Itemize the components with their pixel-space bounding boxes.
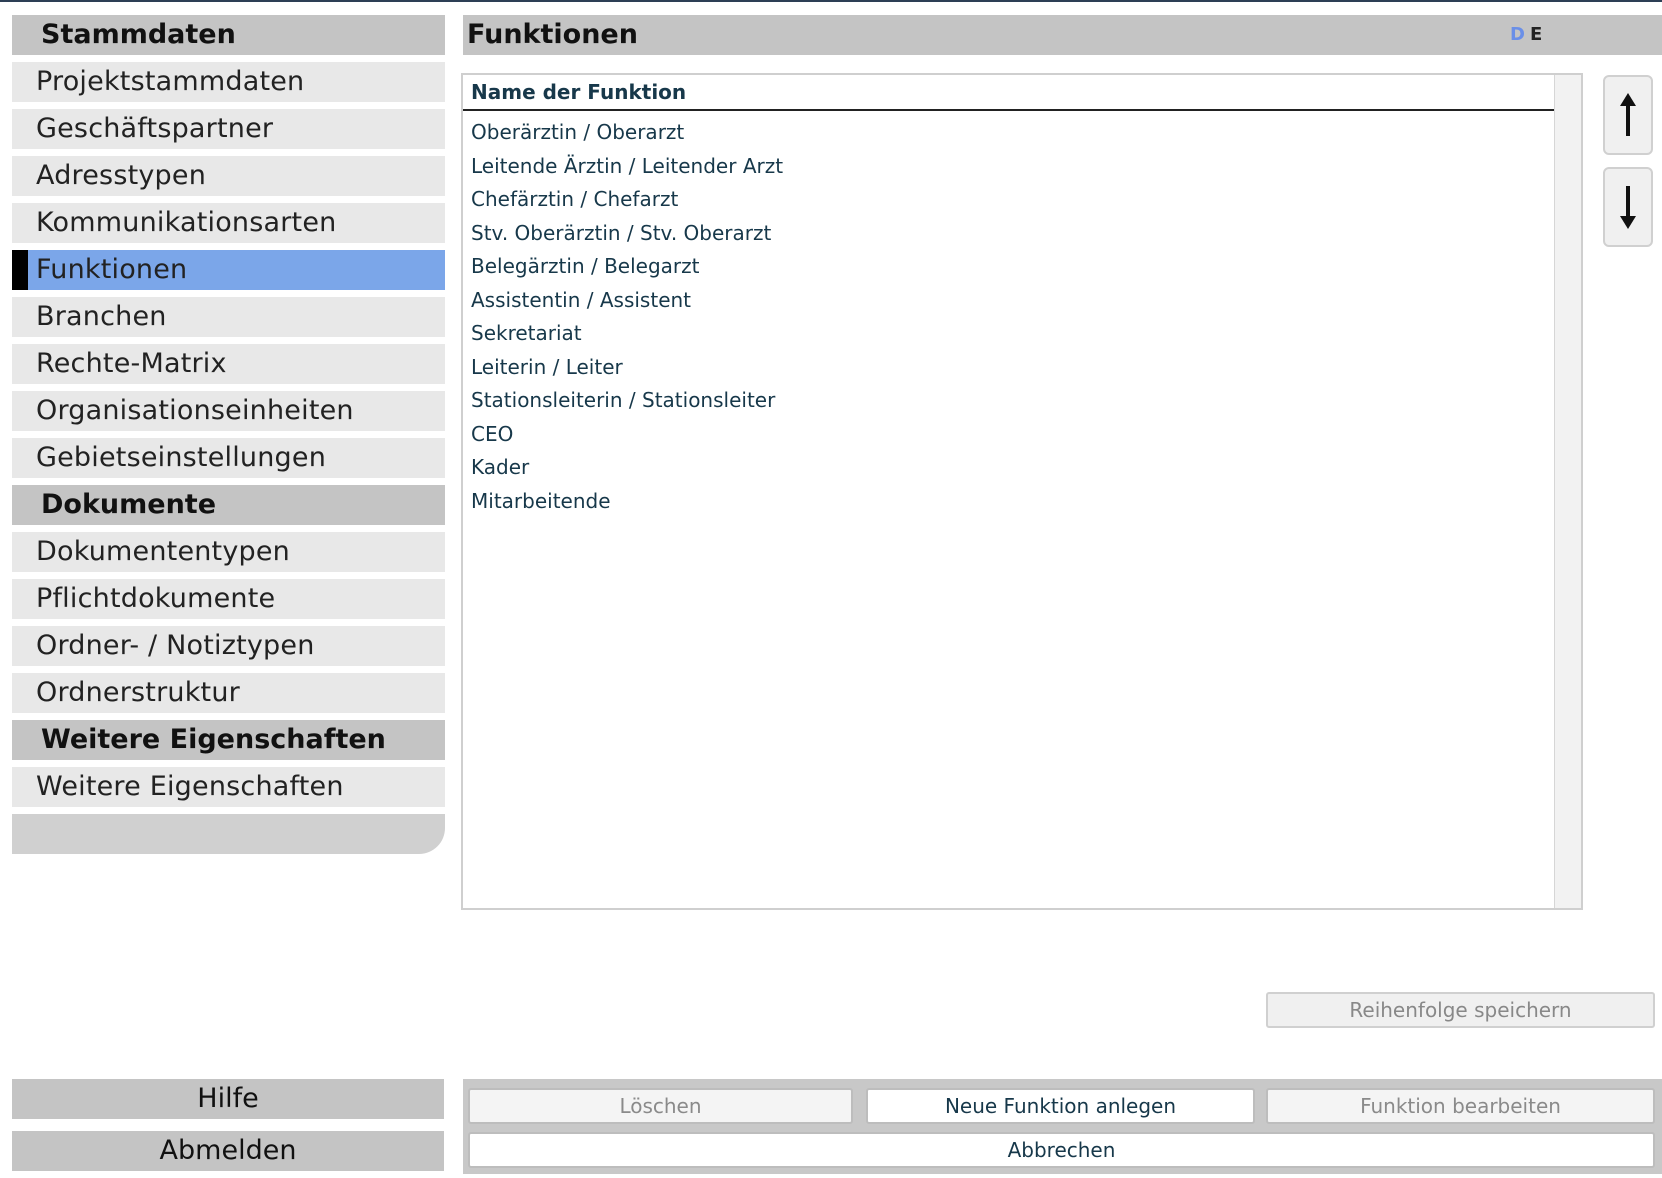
column-header-name[interactable]: Name der Funktion — [463, 75, 1554, 111]
language-e-link[interactable]: E — [1530, 24, 1547, 45]
arrow-down-icon — [1620, 186, 1636, 229]
list-item[interactable]: CEO — [463, 419, 1554, 453]
sidebar-item-ordner-notiztypen[interactable]: Ordner- / Notiztypen — [12, 626, 445, 666]
list-item[interactable]: Leiterin / Leiter — [463, 352, 1554, 386]
help-button[interactable]: Hilfe — [12, 1079, 444, 1119]
top-border — [0, 0, 1662, 2]
section-header-dokumente: Dokumente — [12, 485, 445, 525]
sidebar-item-weitere-eigenschaften[interactable]: Weitere Eigenschaften — [12, 767, 445, 807]
sidebar-item-kommunikationsarten[interactable]: Kommunikationsarten — [12, 203, 445, 243]
sidebar-item-dokumententypen[interactable]: Dokumententypen — [12, 532, 445, 572]
sidebar-item-projektstammdaten[interactable]: Projektstammdaten — [12, 62, 445, 102]
sidebar-item-rechte-matrix[interactable]: Rechte-Matrix — [12, 344, 445, 384]
move-up-button[interactable] — [1603, 75, 1653, 155]
sidebar-item-adresstypen[interactable]: Adresstypen — [12, 156, 445, 196]
list-item[interactable]: Oberärztin / Oberarzt — [463, 117, 1554, 151]
sidebar-item-gebietseinstellungen[interactable]: Gebietseinstellungen — [12, 438, 445, 478]
list-item[interactable]: Stv. Oberärztin / Stv. Oberarzt — [463, 218, 1554, 252]
sidebar-footer — [12, 814, 445, 854]
delete-button[interactable]: Löschen — [468, 1088, 853, 1124]
sidebar-item-ordnerstruktur[interactable]: Ordnerstruktur — [12, 673, 445, 713]
language-d-link[interactable]: D — [1510, 24, 1530, 45]
new-function-button[interactable]: Neue Funktion anlegen — [866, 1088, 1255, 1124]
save-order-button[interactable]: Reihenfolge speichern — [1266, 992, 1655, 1028]
list-item[interactable]: Mitarbeitende — [463, 486, 1554, 520]
sidebar-item-branchen[interactable]: Branchen — [12, 297, 445, 337]
list-body: Oberärztin / Oberarzt Leitende Ärztin / … — [463, 117, 1554, 519]
list-item[interactable]: Stationsleiterin / Stationsleiter — [463, 385, 1554, 419]
list-item[interactable]: Leitende Ärztin / Leitender Arzt — [463, 151, 1554, 185]
section-header-stammdaten: Stammdaten — [12, 15, 445, 55]
function-list: Name der Funktion Oberärztin / Oberarzt … — [461, 73, 1583, 910]
logout-button[interactable]: Abmelden — [12, 1131, 444, 1171]
edit-function-button[interactable]: Funktion bearbeiten — [1266, 1088, 1655, 1124]
sidebar-item-geschaeftspartner[interactable]: Geschäftspartner — [12, 109, 445, 149]
list-item[interactable]: Assistentin / Assistent — [463, 285, 1554, 319]
scrollbar[interactable] — [1554, 75, 1581, 908]
sidebar-item-pflichtdokumente[interactable]: Pflichtdokumente — [12, 579, 445, 619]
list-item[interactable]: Sekretariat — [463, 318, 1554, 352]
arrow-up-icon — [1620, 93, 1636, 136]
language-switcher: DE — [1510, 24, 1547, 45]
sidebar: Stammdaten Projektstammdaten Geschäftspa… — [12, 15, 445, 854]
action-bar: Löschen Neue Funktion anlegen Funktion b… — [463, 1079, 1662, 1174]
cancel-button[interactable]: Abbrechen — [468, 1132, 1655, 1168]
move-down-button[interactable] — [1603, 167, 1653, 247]
list-item[interactable]: Chefärztin / Chefarzt — [463, 184, 1554, 218]
list-item[interactable]: Belegärztin / Belegarzt — [463, 251, 1554, 285]
section-header-weitere-eigenschaften: Weitere Eigenschaften — [12, 720, 445, 760]
page-title: Funktionen — [463, 15, 1662, 55]
list-item[interactable]: Kader — [463, 452, 1554, 486]
sidebar-item-funktionen[interactable]: Funktionen — [12, 250, 445, 290]
sidebar-item-organisationseinheiten[interactable]: Organisationseinheiten — [12, 391, 445, 431]
